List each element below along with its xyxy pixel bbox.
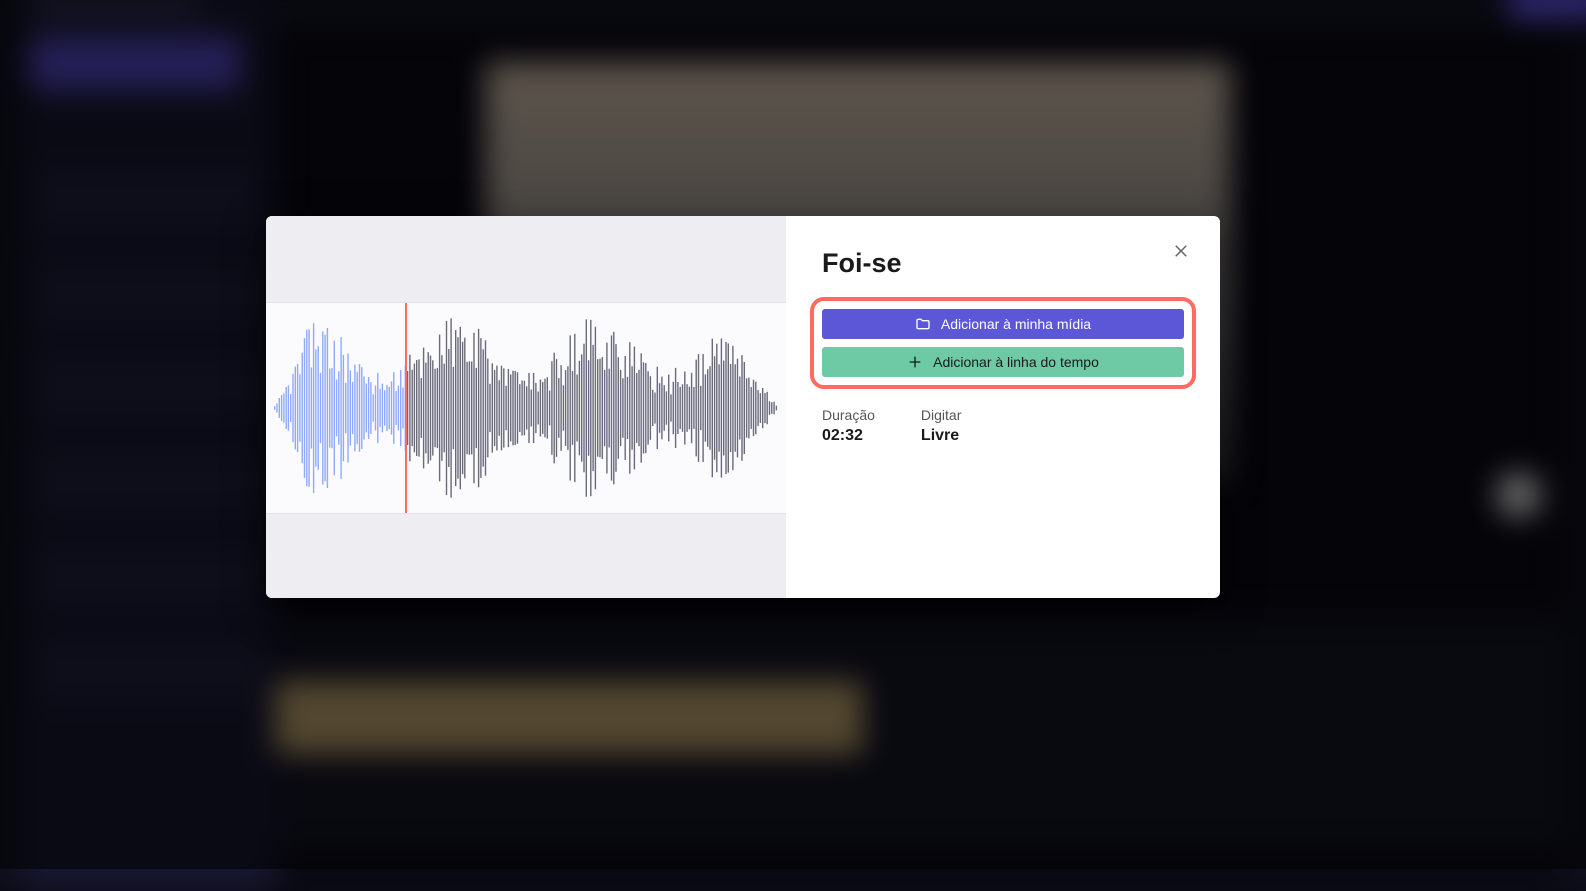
plus-icon (907, 354, 923, 370)
info-pane: Foi-se Adicionar à minha mídia Adicionar… (786, 216, 1220, 598)
waveform-svg (266, 303, 786, 513)
audio-metadata: Duração 02:32 Digitar Livre (822, 407, 1184, 445)
add-to-timeline-label: Adicionar à linha do tempo (933, 354, 1099, 370)
close-button[interactable] (1168, 238, 1194, 264)
add-to-media-button[interactable]: Adicionar à minha mídia (822, 309, 1184, 339)
waveform-playhead[interactable] (405, 303, 407, 513)
duration-value: 02:32 (822, 427, 875, 445)
type-value: Livre (921, 427, 961, 445)
folder-icon (915, 316, 931, 332)
type-block: Digitar Livre (921, 407, 961, 445)
duration-label: Duração (822, 407, 875, 423)
audio-title: Foi-se (822, 248, 1184, 279)
waveform-container[interactable] (266, 302, 786, 514)
waveform-pane (266, 216, 786, 598)
action-buttons-highlight: Adicionar à minha mídia Adicionar à linh… (810, 297, 1196, 389)
add-to-media-label: Adicionar à minha mídia (941, 316, 1091, 332)
audio-preview-modal: Foi-se Adicionar à minha mídia Adicionar… (266, 216, 1220, 598)
add-to-timeline-button[interactable]: Adicionar à linha do tempo (822, 347, 1184, 377)
type-label: Digitar (921, 407, 961, 423)
close-icon (1172, 242, 1190, 260)
duration-block: Duração 02:32 (822, 407, 875, 445)
